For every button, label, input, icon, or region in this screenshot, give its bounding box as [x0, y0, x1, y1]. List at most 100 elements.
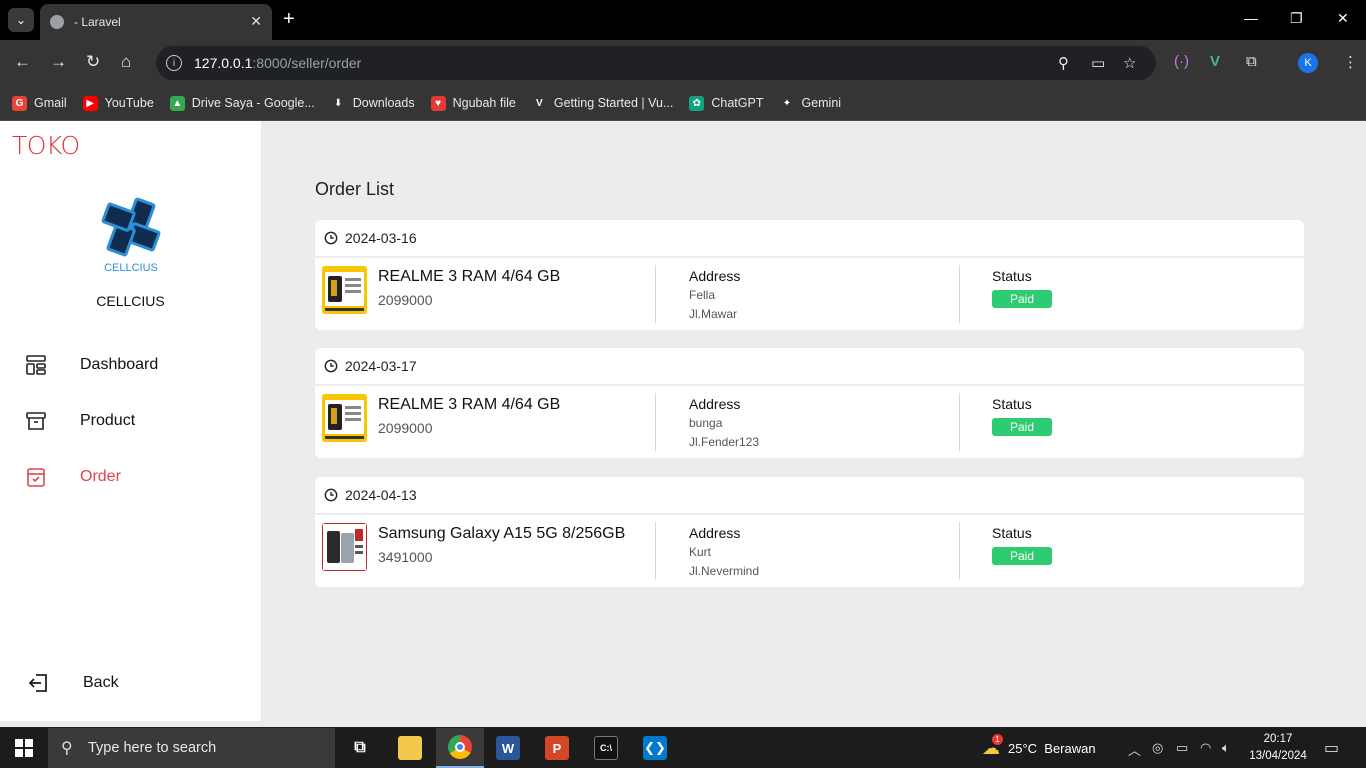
- chevron-up-icon[interactable]: ︿: [1128, 740, 1141, 759]
- tab-search-button[interactable]: ⌄: [8, 8, 34, 32]
- card-icon[interactable]: ▭: [1091, 54, 1105, 72]
- bookmark-label: Getting Started | Vu...: [553, 96, 674, 110]
- status-badge: Paid: [992, 418, 1052, 436]
- order-icon: [27, 468, 45, 487]
- bookmark-item[interactable]: ▶ YouTube: [82, 95, 154, 111]
- clock-icon: [324, 488, 338, 502]
- bookmark-favicon-icon: ▲: [169, 95, 185, 111]
- order-date: 2024-03-16: [345, 230, 417, 246]
- sidebar-item-order[interactable]: Order: [24, 462, 244, 492]
- extensions-puzzle-icon[interactable]: ⧉: [1246, 53, 1257, 70]
- status-badge: Paid: [992, 290, 1052, 308]
- product-thumbnail[interactable]: [322, 394, 367, 442]
- browser-tab-bar: ⌄ - Laravel ✕ + — ❐ ✕: [0, 0, 1366, 40]
- product-name: REALME 3 RAM 4/64 GB: [378, 396, 561, 413]
- product-thumbnail[interactable]: [322, 523, 367, 571]
- logo-text: CELLCIUS: [104, 262, 158, 273]
- order-date: 2024-03-17: [345, 358, 417, 374]
- restore-button[interactable]: ❐: [1290, 10, 1303, 27]
- bookmark-star-icon[interactable]: ☆: [1123, 54, 1136, 72]
- clock-time: 20:17: [1263, 733, 1293, 745]
- home-icon[interactable]: ⌂: [121, 52, 131, 72]
- bookmark-item[interactable]: ♥ Ngubah file: [430, 95, 516, 111]
- file-explorer-icon[interactable]: [386, 728, 434, 768]
- url-path: :8000/seller/order: [252, 55, 362, 71]
- forward-arrow-icon[interactable]: →: [50, 52, 67, 72]
- sidebar-item-product[interactable]: Product: [24, 406, 244, 436]
- weather-widget[interactable]: ☁ 1 25°C Berawan: [982, 734, 1096, 759]
- notification-icon[interactable]: ▭: [1324, 738, 1339, 758]
- address-bar[interactable]: i 127.0.0.1:8000/seller/order ⚲ ▭ ☆: [156, 46, 1156, 80]
- sidebar-item-label: Product: [80, 412, 136, 429]
- battery-icon[interactable]: ▭: [1176, 740, 1188, 756]
- bookmark-item[interactable]: ⬇ Downloads: [330, 95, 415, 111]
- sidebar: TOKO CELLCIUS CELLCIUS Dashboard Product: [0, 121, 261, 721]
- address-name: Kurt: [689, 545, 712, 559]
- address-label: Address: [689, 525, 741, 541]
- bookmark-item[interactable]: ✿ ChatGPT: [689, 95, 763, 111]
- browser-menu-icon[interactable]: ⋮: [1343, 53, 1358, 71]
- address-name: bunga: [689, 416, 723, 430]
- product-thumbnail[interactable]: [322, 266, 367, 314]
- chrome-icon[interactable]: [436, 728, 484, 768]
- dashboard-icon: [26, 355, 46, 375]
- close-window-button[interactable]: ✕: [1337, 10, 1349, 27]
- back-button[interactable]: Back: [27, 668, 247, 698]
- order-card: 2024-04-13 Samsung Galaxy A15 5G 8/256GB 3…: [315, 477, 1304, 587]
- sidebar-item-label: Dashboard: [80, 356, 159, 373]
- bookmark-item[interactable]: V Getting Started | Vu...: [531, 95, 674, 111]
- sidebar-item-dashboard[interactable]: Dashboard: [24, 350, 244, 380]
- bookmark-label: Ngubah file: [452, 96, 516, 110]
- page: TOKO CELLCIUS CELLCIUS Dashboard Product: [0, 121, 1366, 727]
- tab-close-icon[interactable]: ✕: [250, 13, 262, 30]
- browser-tab[interactable]: - Laravel ✕: [40, 4, 272, 40]
- site-info-icon[interactable]: i: [166, 55, 182, 71]
- product-price: 3491000: [378, 549, 433, 565]
- minimize-button[interactable]: —: [1244, 10, 1258, 26]
- taskbar-clock[interactable]: 20:17 13/04/2024: [1246, 731, 1310, 765]
- bookmark-item[interactable]: ▲ Drive Saya - Google...: [169, 95, 315, 111]
- zoom-icon[interactable]: ⚲: [1058, 54, 1069, 72]
- address-label: Address: [689, 396, 741, 412]
- tab-title: - Laravel: [74, 15, 121, 29]
- order-date: 2024-04-13: [345, 487, 417, 503]
- vscode-icon[interactable]: ❮❯: [631, 728, 679, 768]
- new-tab-button[interactable]: +: [283, 8, 295, 30]
- clock-icon: [324, 359, 338, 373]
- meet-now-icon[interactable]: ◎: [1152, 740, 1163, 756]
- weather-desc: Berawan: [1044, 741, 1096, 756]
- powerpoint-icon[interactable]: P: [533, 728, 581, 768]
- bookmark-item[interactable]: ✦ Gemini: [779, 95, 841, 111]
- brand-logo[interactable]: TOKO: [12, 131, 80, 160]
- taskbar-search[interactable]: ⚲ Type here to search: [48, 728, 335, 768]
- status-badge: Paid: [992, 547, 1052, 565]
- divider: [959, 393, 960, 451]
- product-name: Samsung Galaxy A15 5G 8/256GB: [378, 525, 626, 542]
- reload-icon[interactable]: ↻: [86, 52, 100, 72]
- order-header: 2024-04-13: [315, 477, 1304, 513]
- vue-devtools-icon[interactable]: V: [1210, 53, 1220, 70]
- extension-icon[interactable]: (·): [1174, 53, 1189, 70]
- profile-avatar[interactable]: K: [1298, 53, 1318, 73]
- back-arrow-icon[interactable]: ←: [14, 52, 31, 72]
- globe-icon: [50, 15, 64, 29]
- search-placeholder: Type here to search: [88, 740, 217, 756]
- task-view-icon[interactable]: ⧉: [336, 728, 384, 768]
- address-name: Fella: [689, 288, 716, 302]
- page-title: Order List: [315, 179, 395, 199]
- order-header: 2024-03-17: [315, 348, 1304, 384]
- word-icon[interactable]: W: [484, 728, 532, 768]
- windows-start-icon[interactable]: [15, 739, 33, 757]
- divider: [655, 393, 656, 451]
- order-body: REALME 3 RAM 4/64 GB 2099000 Address bunga J…: [315, 386, 1304, 458]
- order-card: 2024-03-17 REALME 3 RAM 4/64 GB 2099000 Add…: [315, 348, 1304, 458]
- bookmarks-bar: G Gmail ▶ YouTube ▲ Drive Saya - Google... ⬇ Do…: [0, 86, 1366, 121]
- clock-date: 13/04/2024: [1249, 750, 1307, 762]
- divider: [959, 265, 960, 323]
- wifi-icon[interactable]: ◠: [1200, 740, 1211, 756]
- bookmark-item[interactable]: G Gmail: [12, 95, 67, 111]
- product-price: 2099000: [378, 420, 433, 436]
- bookmark-favicon-icon: G: [12, 95, 27, 111]
- volume-icon[interactable]: 🔈︎: [1222, 740, 1230, 756]
- terminal-icon[interactable]: C:\: [582, 728, 630, 768]
